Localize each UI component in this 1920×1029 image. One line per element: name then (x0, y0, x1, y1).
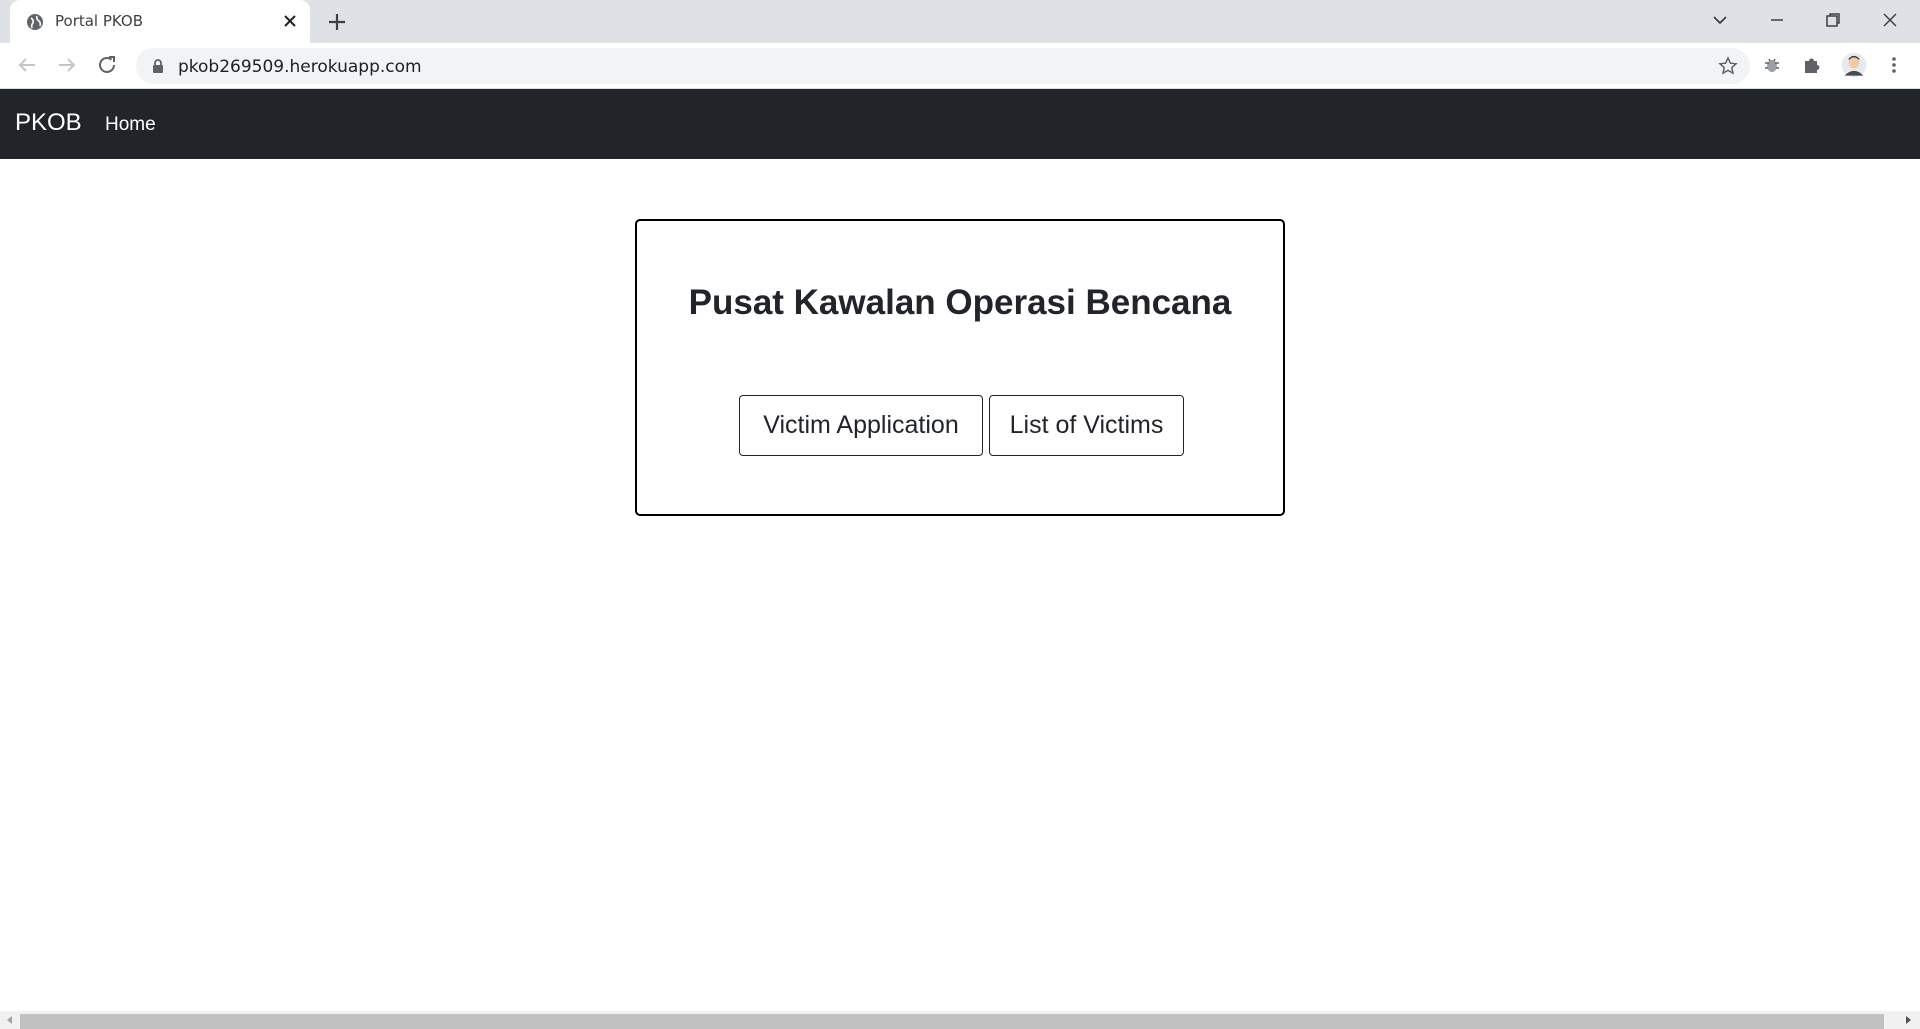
extension-bug-icon[interactable] (1761, 54, 1783, 76)
browser-tab[interactable]: Portal PKOB (10, 0, 310, 43)
horizontal-scrollbar[interactable] (0, 1011, 1920, 1029)
browser-toolbar: pkob269509.herokuapp.com (0, 43, 1920, 89)
extensions-puzzle-icon[interactable] (1801, 54, 1823, 76)
window-close-icon[interactable] (1878, 8, 1902, 32)
navbar-brand[interactable]: PKOB (15, 109, 82, 137)
new-tab-icon[interactable] (325, 10, 349, 34)
main-card: Pusat Kawalan Operasi Bencana Victim App… (635, 219, 1285, 516)
bookmark-star-icon[interactable] (1718, 56, 1738, 76)
scroll-left-icon[interactable] (5, 1015, 15, 1025)
tab-search-icon[interactable] (1708, 8, 1732, 32)
page-title: Pusat Kawalan Operasi Bencana (688, 283, 1232, 322)
browser-tabstrip: Portal PKOB (0, 0, 1920, 43)
scroll-right-icon[interactable] (1903, 1015, 1913, 1025)
globe-icon (27, 14, 43, 30)
minimize-icon[interactable] (1765, 8, 1789, 32)
address-bar[interactable]: pkob269509.herokuapp.com (136, 48, 1750, 84)
victim-application-button[interactable]: Victim Application (739, 395, 983, 456)
restore-icon[interactable] (1821, 8, 1845, 32)
lock-icon[interactable] (150, 58, 166, 74)
profile-avatar-icon[interactable] (1841, 52, 1867, 78)
url-text[interactable]: pkob269509.herokuapp.com (178, 57, 422, 77)
scrollbar-thumb[interactable] (20, 1014, 1884, 1029)
tab-title: Portal PKOB (55, 12, 144, 30)
nav-link-home[interactable]: Home (105, 114, 156, 136)
back-arrow-icon[interactable] (15, 53, 39, 77)
close-icon[interactable] (280, 11, 300, 31)
reload-icon[interactable] (95, 53, 119, 77)
browser-menu-icon[interactable] (1883, 54, 1905, 76)
forward-arrow-icon[interactable] (55, 53, 79, 77)
site-navbar: PKOB Home (0, 89, 1920, 159)
list-of-victims-button[interactable]: List of Victims (989, 395, 1184, 456)
